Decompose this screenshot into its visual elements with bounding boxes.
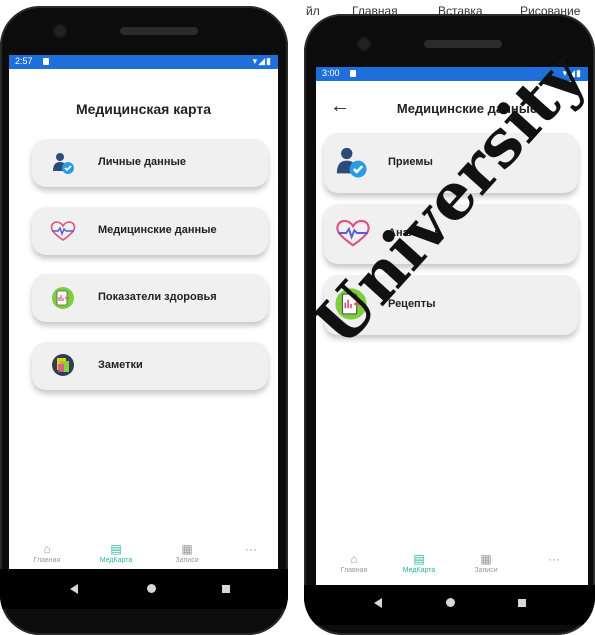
speaker-grille — [424, 40, 502, 48]
card-medical-data[interactable]: Медицинские данные — [32, 207, 268, 255]
card-label: Заметки — [98, 359, 143, 371]
bottom-tab-bar: ⌂ Главная ▤ МедКарта ▦ Записи ··· — [316, 553, 588, 579]
tab-more[interactable]: ··· — [231, 543, 271, 557]
tab-records[interactable]: ▦ Записи — [163, 543, 211, 564]
clipboard-icon: ▤ — [413, 552, 425, 566]
card-health-indicators[interactable]: Показатели здоровья — [32, 274, 268, 322]
tab-records[interactable]: ▦ Записи — [462, 553, 510, 574]
tab-label: МедКарта — [402, 567, 436, 574]
notification-icon — [43, 58, 49, 65]
card-label: Медицинские данные — [98, 224, 217, 236]
nav-recents-icon[interactable] — [518, 599, 526, 607]
calendar-icon: ▦ — [181, 542, 193, 556]
nav-recents-icon[interactable] — [222, 585, 230, 593]
tab-label: Главная — [33, 557, 61, 564]
nav-back-icon[interactable] — [374, 598, 382, 608]
tab-home[interactable]: ⌂ Главная — [23, 543, 71, 564]
screen-left: 2:57 ▾◢▮ Медицинская карта Личные данные… — [9, 55, 278, 569]
status-bar: 2:57 ▾◢▮ — [9, 55, 278, 69]
page-title: Медицинская карта — [75, 101, 212, 117]
android-nav-bar — [304, 585, 595, 625]
more-icon: ··· — [548, 552, 560, 566]
notification-icon — [350, 70, 356, 77]
android-nav-bar — [0, 569, 288, 609]
tab-label: Записи — [474, 567, 498, 574]
tab-medcard[interactable]: ▤ МедКарта — [394, 553, 444, 574]
home-icon: ⌂ — [350, 552, 358, 566]
menu-fragment: йл — [306, 4, 320, 18]
tab-label: Записи — [175, 557, 199, 564]
tab-more[interactable]: ··· — [534, 553, 574, 567]
card-personal-data[interactable]: Личные данные — [32, 139, 268, 187]
front-camera — [55, 26, 65, 36]
more-icon: ··· — [245, 542, 257, 556]
tab-label: МедКарта — [99, 557, 133, 564]
home-icon: ⌂ — [43, 542, 51, 556]
card-label: Приемы — [388, 156, 433, 168]
bottom-tab-bar: ⌂ Главная ▤ МедКарта ▦ Записи ··· — [9, 543, 278, 569]
health-chart-icon — [52, 287, 74, 309]
tab-medcard[interactable]: ▤ МедКарта — [91, 543, 141, 564]
status-time: 2:57 — [15, 56, 33, 66]
card-notes[interactable]: Заметки — [32, 342, 268, 390]
user-check-icon — [336, 147, 367, 178]
phone-frame-left: 2:57 ▾◢▮ Медицинская карта Личные данные… — [0, 6, 288, 635]
tab-label: Главная — [340, 567, 368, 574]
nav-home-icon[interactable] — [147, 584, 156, 593]
nav-back-icon[interactable] — [70, 584, 78, 594]
status-time: 3:00 — [322, 68, 340, 78]
card-label: Личные данные — [98, 156, 186, 168]
card-label: Показатели здоровья — [98, 291, 217, 303]
front-camera — [359, 39, 369, 49]
nav-home-icon[interactable] — [446, 598, 455, 607]
user-check-icon — [53, 153, 74, 174]
calendar-icon: ▦ — [480, 552, 492, 566]
clipboard-icon: ▤ — [110, 542, 122, 556]
speaker-grille — [120, 27, 198, 35]
heart-pulse-icon — [50, 221, 76, 241]
system-status-icons: ▾◢▮ — [252, 56, 272, 66]
tab-home[interactable]: ⌂ Главная — [330, 553, 378, 574]
notes-icon — [52, 354, 74, 376]
